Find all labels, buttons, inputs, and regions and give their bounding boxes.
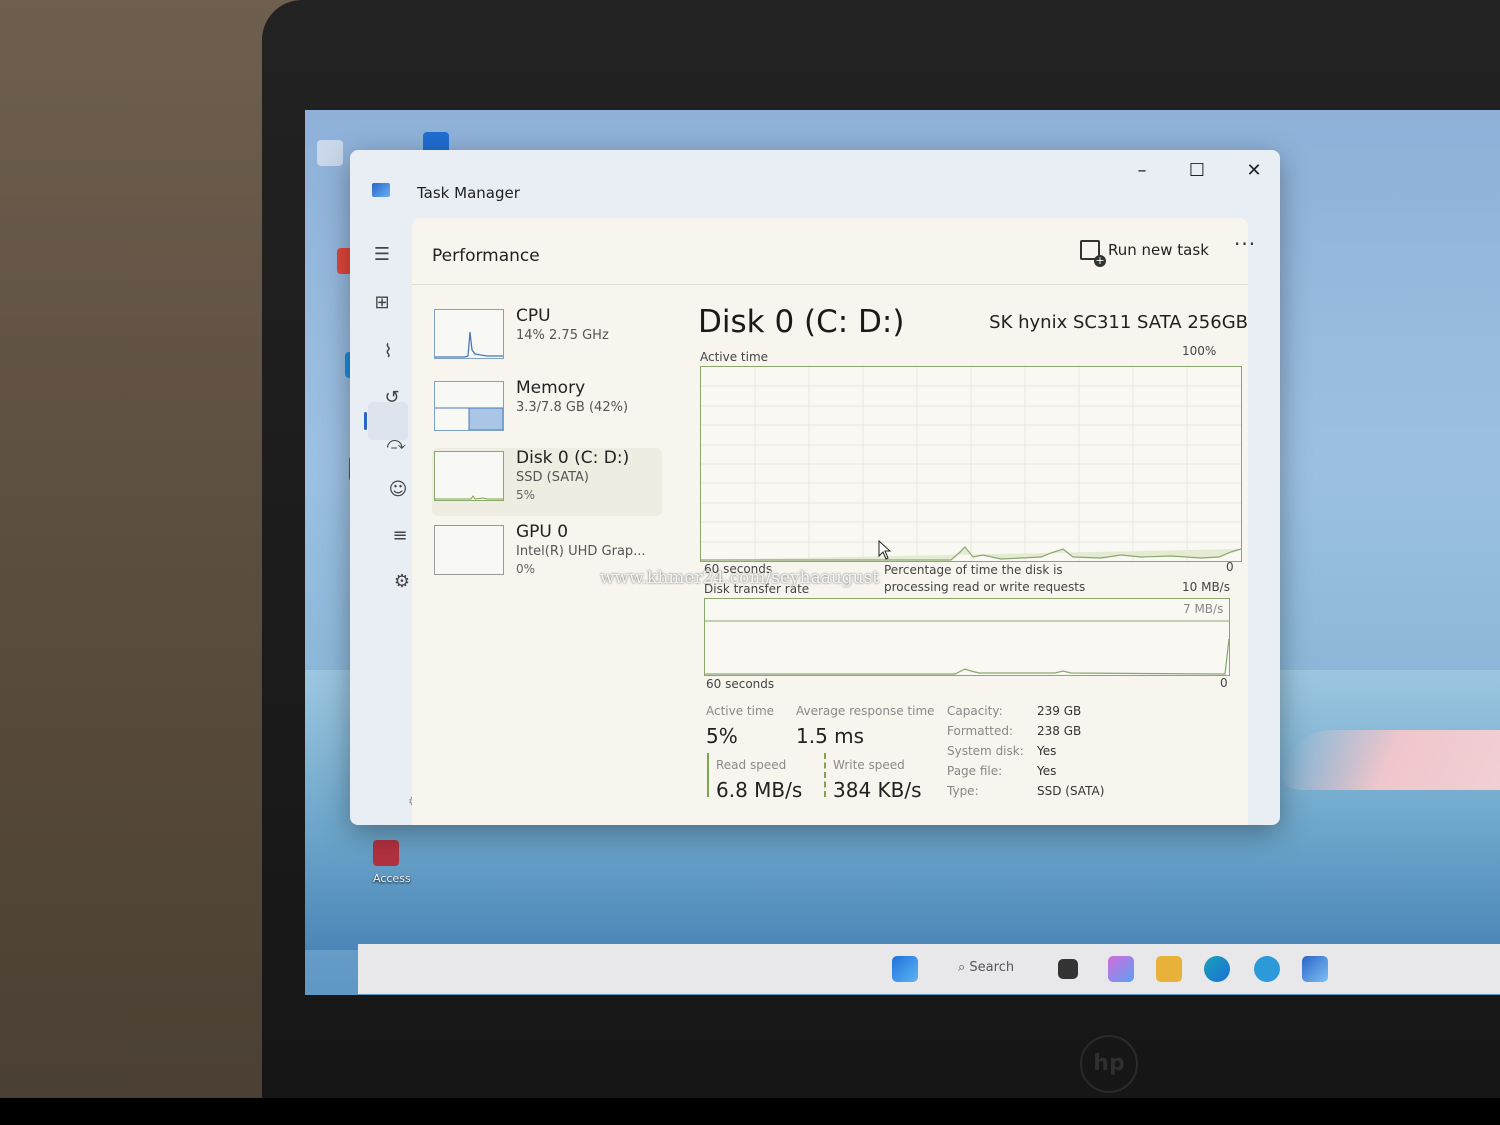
device-usage: 5% [516,488,536,502]
active-time-stat: 5% [706,724,738,748]
gpu-thumbnail-graph [434,525,504,575]
cpu-thumbnail-graph [434,309,504,359]
read-speed-stat: 6.8 MB/s [716,778,803,802]
write-speed-marker [824,753,828,797]
watermark: www.khmer24.com/seyhaaugust [600,568,880,588]
active-time-graph [700,366,1242,562]
device-detail: 3.3/7.8 GB (42%) [516,400,629,415]
sidebar-nav: ☰ ⊞ ⌇ ↺ ⤼ ☺ ≡ ⚙ ⚙ [350,218,420,825]
property-key: Capacity: [947,704,1003,718]
property-key: Formatted: [947,724,1014,738]
memory-thumbnail-graph [434,381,504,431]
close-button[interactable]: ✕ [1232,156,1276,186]
access-desktop-icon[interactable]: Access [373,840,411,886]
hp-logo: hp [1080,1035,1138,1093]
taskbar-search[interactable]: ⌕ Search [958,960,1014,975]
active-time-caption: Percentage of time the disk is processin… [884,563,1086,594]
device-item-disk0[interactable]: Disk 0 (C: D:) SSD (SATA) 5% [432,448,662,516]
window-title: Task Manager [417,184,520,202]
property-value: Yes [1037,764,1057,778]
task-manager-taskbar-icon[interactable] [1302,956,1328,982]
performance-pane: Performance Run new task ··· CPU 14% 2.7… [412,218,1255,825]
device-item-cpu[interactable]: CPU 14% 2.75 GHz [432,306,662,374]
active-time-graph-max: 100% [1182,344,1217,358]
run-task-icon [1080,240,1106,267]
access-label: Access [373,872,411,885]
device-detail: SSD (SATA) [516,470,589,485]
write-speed-stat: 384 KB/s [833,778,922,802]
transfer-graph-max: 10 MB/s [1182,580,1230,594]
avg-response-stat: 1.5 ms [796,724,865,748]
header-divider [412,284,1248,285]
run-new-task-label: Run new task [1108,241,1209,259]
maximize-button[interactable]: ☐ [1175,156,1219,186]
details-icon[interactable]: ≡ [388,524,412,548]
more-options-button[interactable]: ··· [1234,232,1256,256]
bottom-strip [0,1098,1500,1125]
file-explorer-icon[interactable] [1156,956,1182,982]
edge-icon[interactable] [1204,956,1230,982]
device-name: GPU 0 [516,522,569,542]
task-view-icon[interactable] [1058,959,1078,979]
mouse-cursor-icon [878,540,892,560]
wallpaper-island [1271,730,1500,790]
title-bar: Task Manager – ☐ ✕ [350,150,1280,218]
transfer-rate-graph: 7 MB/s [704,598,1230,676]
disk-thumbnail-graph [434,451,504,501]
property-key: System disk: [947,744,1024,758]
read-speed-label: Read speed [716,758,787,772]
run-new-task-button[interactable]: Run new task [1080,235,1209,267]
property-value: 239 GB [1037,704,1082,718]
page-title: Performance [432,246,540,266]
active-time-graph-label: Active time [700,350,769,364]
minimize-button[interactable]: – [1120,156,1164,186]
device-name: Disk 0 (C: D:) [516,448,630,468]
recycle-bin-desktop-icon[interactable] [317,140,343,170]
users-icon[interactable]: ☺ [386,478,410,502]
services-icon[interactable]: ⚙ [390,570,414,594]
telegram-icon[interactable] [1254,956,1280,982]
performance-icon[interactable]: ⌇ [376,340,400,364]
avg-response-label: Average response time [796,704,935,718]
property-value: SSD (SATA) [1037,784,1105,798]
disk-title: Disk 0 (C: D:) [698,304,905,340]
device-item-memory[interactable]: Memory 3.3/7.8 GB (42%) [432,378,662,446]
search-icon: ⌕ [958,960,966,975]
property-key: Type: [947,784,979,798]
taskbar: ⌕ Search [358,944,1500,994]
device-usage: 0% [516,562,536,576]
device-detail: Intel(R) UHD Grap... [516,544,646,559]
app-history-icon[interactable]: ↺ [380,386,404,410]
device-name: CPU [516,306,551,326]
task-manager-icon [372,183,390,197]
device-name: Memory [516,378,586,398]
task-manager-window: Task Manager – ☐ ✕ ☰ ⊞ ⌇ ↺ ⤼ ☺ ≡ ⚙ ⚙ Per… [350,150,1280,825]
nav-active-indicator [364,412,367,430]
transfer-graph-min: 0 [1220,676,1228,690]
property-value: 238 GB [1037,724,1082,738]
copilot-icon[interactable] [1108,956,1134,982]
active-time-stat-label: Active time [706,704,775,718]
write-speed-label: Write speed [833,758,905,772]
transfer-graph-line-label: 7 MB/s [1183,602,1224,616]
start-icon[interactable] [892,956,918,982]
processes-icon[interactable]: ⊞ [370,291,394,315]
startup-icon[interactable]: ⤼ [384,432,408,456]
hamburger-icon[interactable]: ☰ [370,243,394,267]
disk-model: SK hynix SC311 SATA 256GB [989,312,1248,333]
property-value: Yes [1037,744,1057,758]
transfer-graph-xlabel: 60 seconds [706,677,775,691]
property-key: Page file: [947,764,1003,778]
search-label: Search [969,960,1015,975]
device-detail: 14% 2.75 GHz [516,328,609,343]
read-speed-marker [707,753,709,797]
active-time-graph-min: 0 [1226,560,1234,574]
